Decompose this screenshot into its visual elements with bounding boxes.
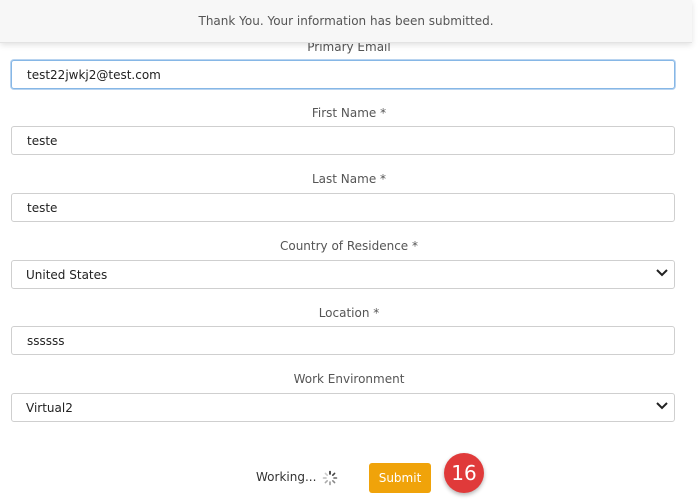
- chevron-down-icon: [654, 269, 670, 280]
- work-environment-select-value: Virtual2: [26, 400, 73, 415]
- country-label: Country of Residence *: [279, 239, 419, 253]
- spinner-icon: [322, 470, 338, 486]
- work-environment-select[interactable]: Virtual2: [11, 393, 675, 422]
- first-name-label: First Name *: [311, 106, 387, 120]
- first-name-field[interactable]: [11, 126, 675, 155]
- last-name-label: Last Name *: [311, 172, 387, 186]
- step-number-badge: 16: [444, 453, 484, 493]
- location-label: Location *: [318, 306, 380, 320]
- submission-toast: Thank You. Your information has been sub…: [0, 0, 692, 43]
- location-field[interactable]: [11, 326, 675, 355]
- toast-message: Thank You. Your information has been sub…: [198, 14, 494, 28]
- working-status: Working...: [256, 470, 317, 484]
- primary-email-field[interactable]: [11, 60, 675, 89]
- last-name-field[interactable]: [11, 193, 675, 222]
- country-select[interactable]: United States: [11, 260, 675, 289]
- work-environment-label: Work Environment: [293, 372, 405, 386]
- chevron-down-icon: [654, 402, 670, 413]
- submit-button[interactable]: Submit: [369, 463, 431, 493]
- country-select-value: United States: [26, 267, 108, 282]
